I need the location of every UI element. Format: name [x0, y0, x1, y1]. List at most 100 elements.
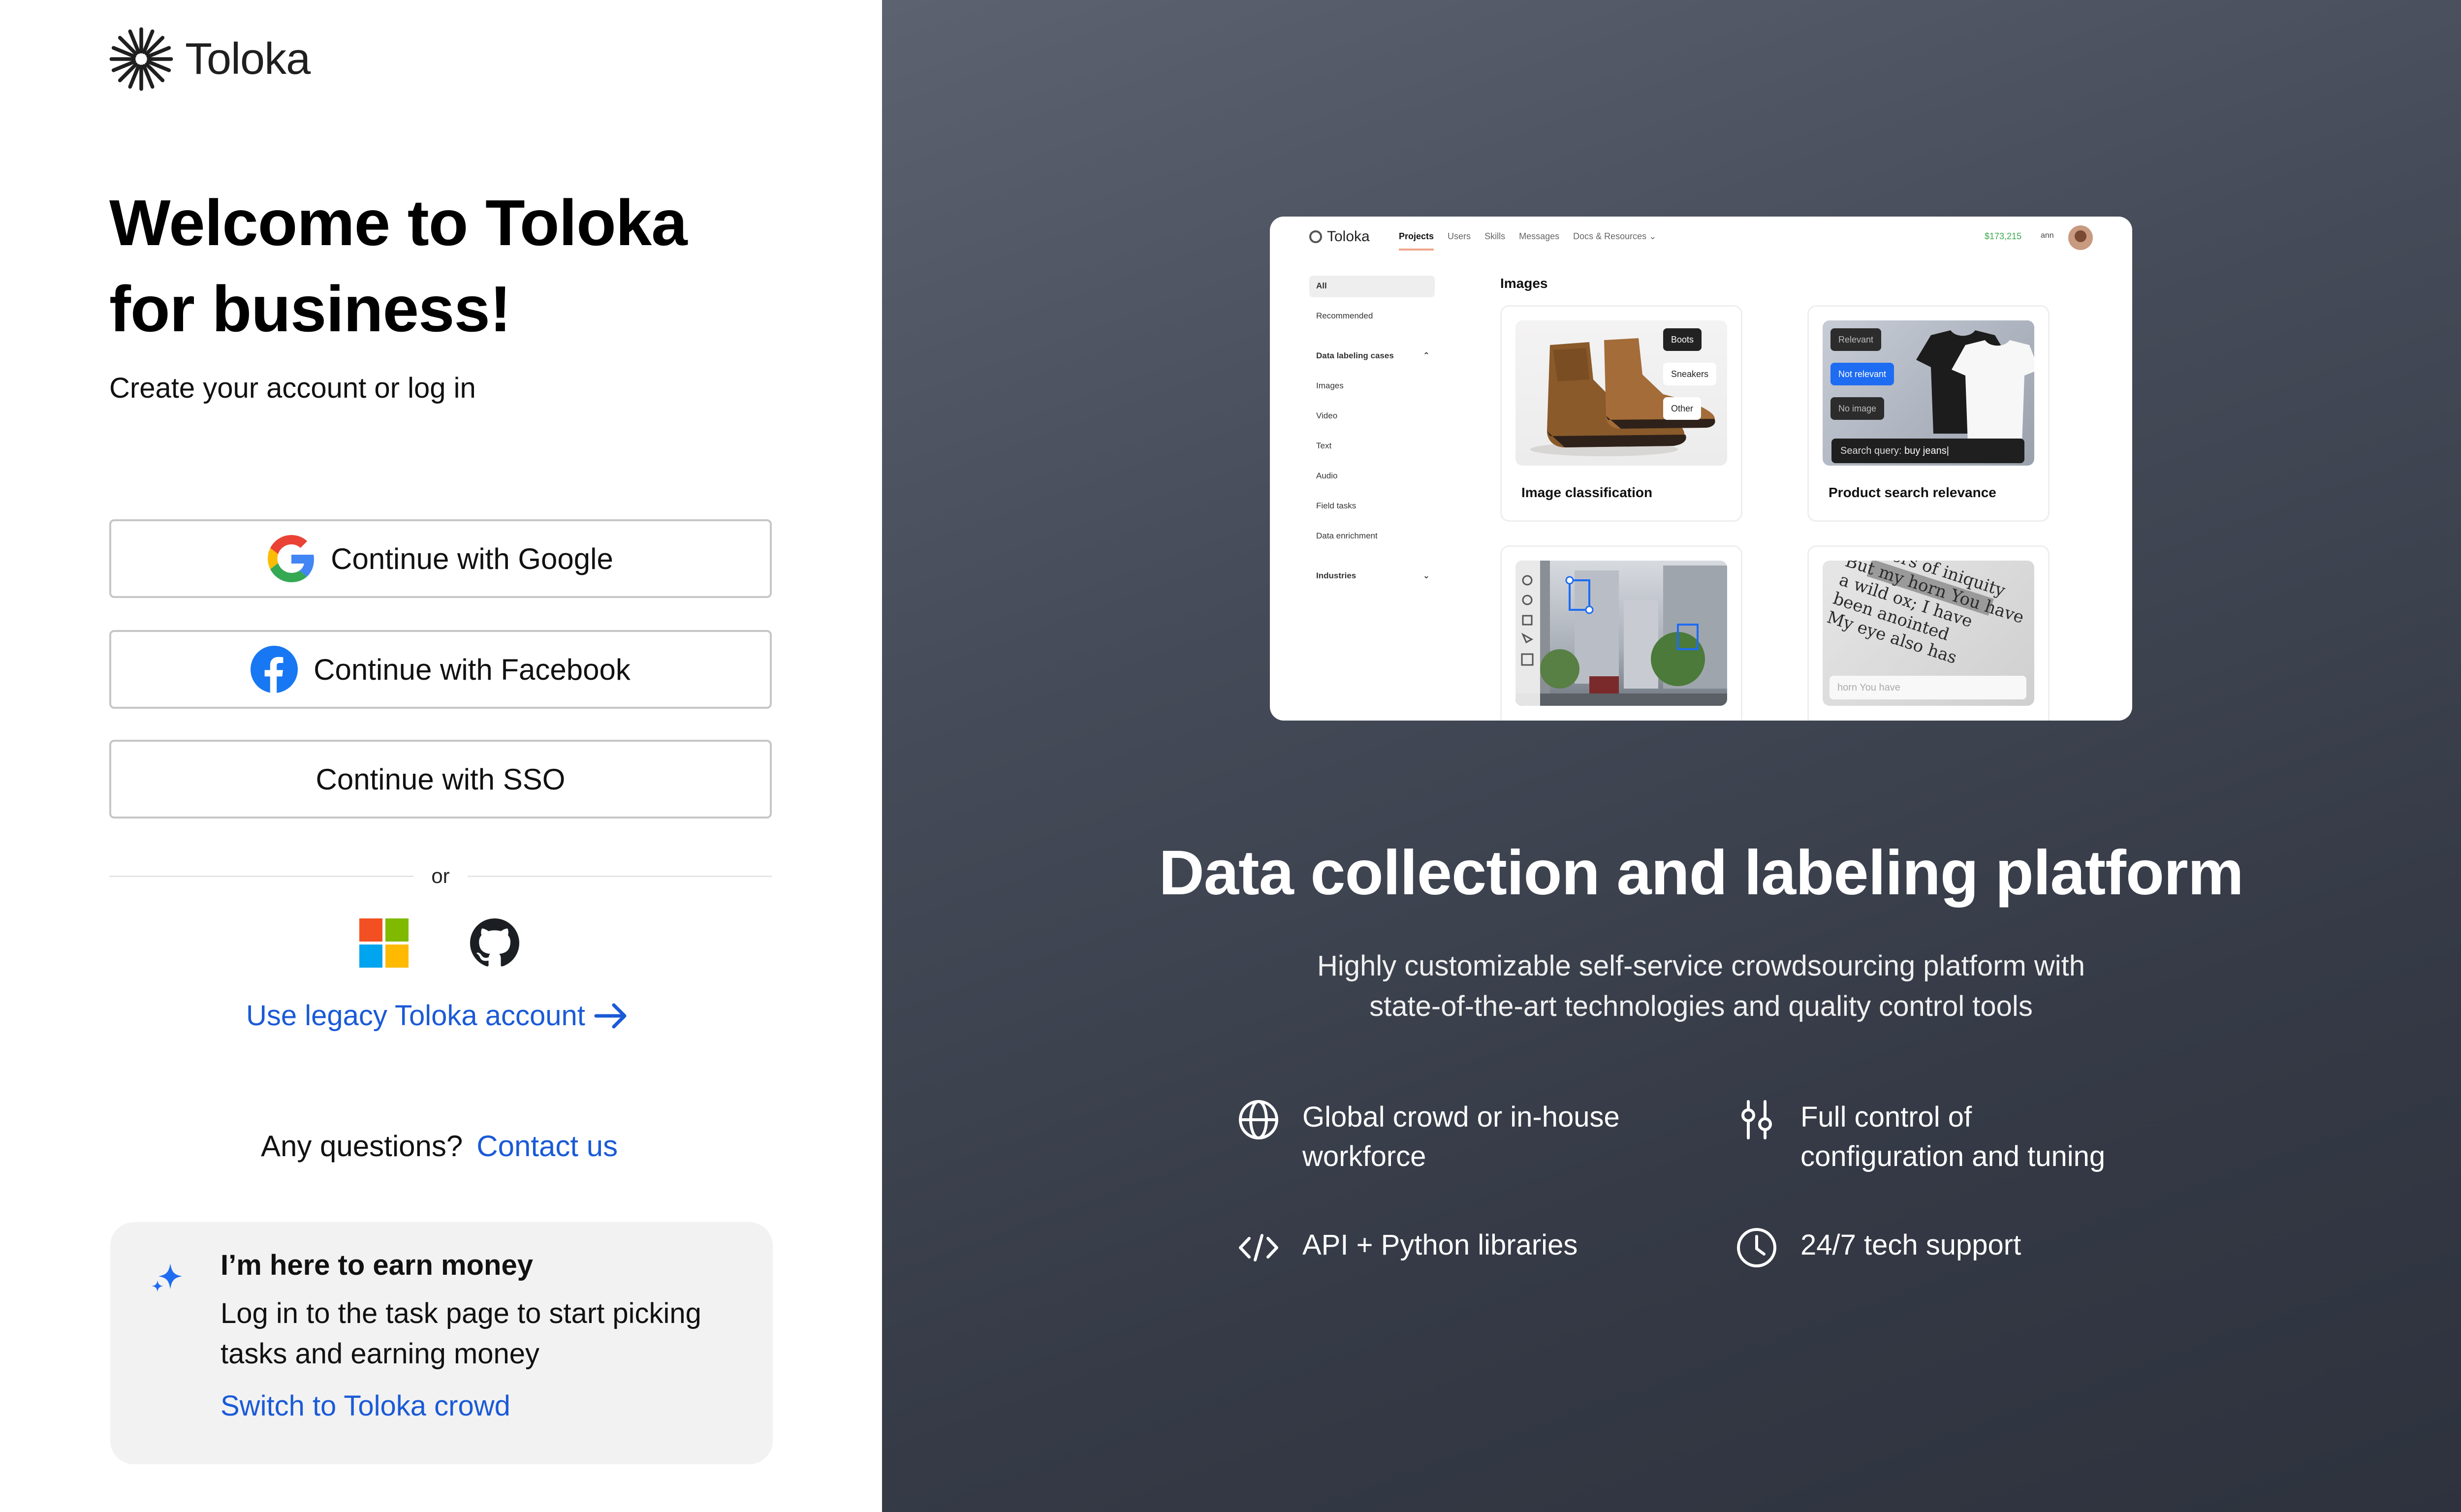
legacy-account-link[interactable]: Use legacy Toloka account	[246, 999, 629, 1032]
chevron-down-icon: ⌄	[1649, 231, 1657, 241]
earn-card-body: Log in to the task page to start picking…	[221, 1297, 701, 1370]
sso-button-label: Continue with SSO	[316, 762, 566, 796]
feature-text: API + Python libraries	[1302, 1226, 1578, 1265]
preview-tag-not-relevant: Not relevant	[1830, 363, 1894, 385]
feature-line1: API + Python libraries	[1302, 1229, 1578, 1261]
preview-tag-other: Other	[1663, 397, 1702, 420]
feature-line2: workforce	[1302, 1140, 1426, 1172]
preview-username: ann	[2041, 231, 2054, 240]
preview-tag-relevant: Relevant	[1830, 328, 1882, 351]
or-label: or	[431, 864, 450, 887]
preview-logo-icon	[1309, 230, 1322, 243]
preview-sidebar-item: Audio	[1316, 471, 1338, 480]
preview-nav-users: Users	[1448, 231, 1471, 241]
contact-us-link[interactable]: Contact us	[476, 1129, 618, 1163]
feature-line1: 24/7 tech support	[1800, 1229, 2021, 1261]
preview-card-text: But my horn You have a wild ox; I have b…	[1807, 545, 2050, 721]
preview-card-label: Image classification	[1521, 485, 1653, 500]
preview-avatar	[2068, 225, 2093, 250]
feature-text: Full control of configuration and tuning	[1800, 1098, 2105, 1176]
or-divider: or	[109, 862, 772, 890]
switch-to-crowd-link[interactable]: Switch to Toloka crowd	[221, 1389, 510, 1422]
feature-full-control: Full control of configuration and tuning	[1735, 1098, 2105, 1176]
preview-sidebar: All Recommended Data labeling cases ⌃ Im…	[1309, 276, 1435, 596]
welcome-subtitle: Create your account or log in	[109, 372, 476, 404]
welcome-title-line1: Welcome to Toloka	[109, 187, 688, 259]
tshirt-image: Relevant Not relevant No image Search qu…	[1823, 320, 2034, 466]
chevron-up-icon: ⌃	[1422, 351, 1430, 360]
preview-sidebar-all: All	[1309, 276, 1435, 297]
feature-global-crowd: Global crowd or in-house workforce	[1236, 1098, 1620, 1176]
welcome-title-line2: for business!	[109, 273, 511, 345]
hero-tagline: Highly customizable self-service crowdso…	[882, 946, 2461, 1027]
divider-line-right	[467, 875, 772, 877]
chevron-down-icon: ⌄	[1422, 571, 1430, 580]
earn-money-card: I’m here to earn money Log in to the tas…	[110, 1222, 773, 1464]
preview-logo: Toloka	[1309, 228, 1370, 245]
preview-sidebar-group-industries: Industries ⌄	[1309, 566, 1435, 596]
preview-sidebar-item: Text	[1316, 441, 1332, 450]
questions-text: Any questions?	[261, 1130, 463, 1163]
preview-card-label: Product search relevance	[1829, 485, 1996, 500]
logo-text: Toloka	[185, 34, 311, 84]
continue-with-facebook-button[interactable]: Continue with Facebook	[109, 630, 772, 709]
preview-sidebar-item: Field tasks	[1316, 501, 1357, 510]
feature-support: 24/7 tech support	[1735, 1226, 2021, 1270]
github-icon[interactable]	[470, 918, 519, 968]
google-button-label: Continue with Google	[331, 542, 613, 575]
preview-nav-docs-label: Docs & Resources	[1573, 231, 1647, 241]
globe-icon	[1236, 1098, 1281, 1142]
street-illustration	[1515, 561, 1727, 706]
hero-tagline-line2: state-of-the-art technologies and qualit…	[1369, 990, 2033, 1022]
feature-line1: Full control of	[1800, 1101, 1972, 1133]
preview-main-title: Images	[1500, 276, 1548, 291]
google-icon	[268, 535, 315, 582]
preview-card-product-search: Relevant Not relevant No image Search qu…	[1807, 305, 2050, 522]
preview-sidebar-recommended: Recommended	[1316, 311, 1373, 320]
preview-search-value: buy jeans|	[1904, 445, 1949, 456]
hero-title: Data collection and labeling platform	[1159, 838, 2243, 908]
welcome-heading: Welcome to Toloka for business!	[109, 180, 848, 352]
text-image: But my horn You have a wild ox; I have b…	[1823, 561, 2034, 706]
preview-nav: Projects Users Skills Messages Docs & Re…	[1399, 231, 1656, 251]
preview-sidebar-item: Images	[1316, 381, 1344, 390]
preview-header: Toloka Projects Users Skills Messages Do…	[1270, 217, 2132, 256]
clock-icon	[1735, 1226, 1779, 1270]
preview-tag-sneakers: Sneakers	[1663, 363, 1717, 385]
preview-nav-skills: Skills	[1484, 231, 1506, 241]
continue-with-google-button[interactable]: Continue with Google	[109, 519, 772, 598]
toloka-logo[interactable]: Toloka	[109, 27, 311, 91]
preview-group-industries-label: Industries	[1316, 571, 1357, 580]
preview-search-label: Search query:	[1840, 445, 1902, 456]
preview-card-image-classification: Boots Sneakers Other Image classificatio…	[1500, 305, 1742, 522]
preview-nav-messages: Messages	[1519, 231, 1560, 241]
page: Toloka Welcome to Toloka for business! C…	[0, 0, 2461, 1512]
feature-line2: configuration and tuning	[1800, 1140, 2106, 1172]
login-panel: Toloka Welcome to Toloka for business! C…	[0, 0, 882, 1512]
preview-nav-projects: Projects	[1399, 231, 1434, 251]
preview-group-cases-label: Data labeling cases	[1316, 351, 1394, 360]
promo-panel: Toloka Projects Users Skills Messages Do…	[882, 0, 2461, 1512]
preview-search-bar: Search query: buy jeans|	[1831, 439, 2024, 463]
product-preview-screenshot: Toloka Projects Users Skills Messages Do…	[1270, 217, 2132, 721]
hero-tagline-line1: Highly customizable self-service crowdso…	[1317, 950, 2085, 982]
feature-api: API + Python libraries	[1236, 1226, 1578, 1270]
questions-row: Any questions? Contact us	[261, 1129, 618, 1163]
preview-sidebar-item: Data enrichment	[1316, 531, 1378, 540]
preview-card-street	[1500, 545, 1742, 721]
preview-logo-text: Toloka	[1327, 228, 1370, 245]
continue-with-sso-button[interactable]: Continue with SSO	[109, 740, 772, 819]
preview-nav-docs: Docs & Resources ⌄	[1573, 231, 1656, 251]
facebook-icon	[251, 646, 298, 693]
microsoft-icon[interactable]	[359, 918, 409, 968]
boot-image: Boots Sneakers Other	[1515, 320, 1727, 466]
divider-line-left	[109, 875, 414, 877]
feature-line1: Global crowd or in-house	[1302, 1101, 1620, 1133]
preview-balance: $173,215	[1985, 231, 2022, 241]
arrow-right-icon	[594, 1003, 627, 1028]
preview-text-input: horn You have	[1830, 676, 2026, 699]
alt-login-icons	[359, 918, 519, 968]
sliders-icon	[1735, 1098, 1779, 1142]
preview-sidebar-group-cases: Data labeling cases ⌃	[1309, 346, 1435, 376]
preview-tag-boots: Boots	[1663, 328, 1702, 351]
